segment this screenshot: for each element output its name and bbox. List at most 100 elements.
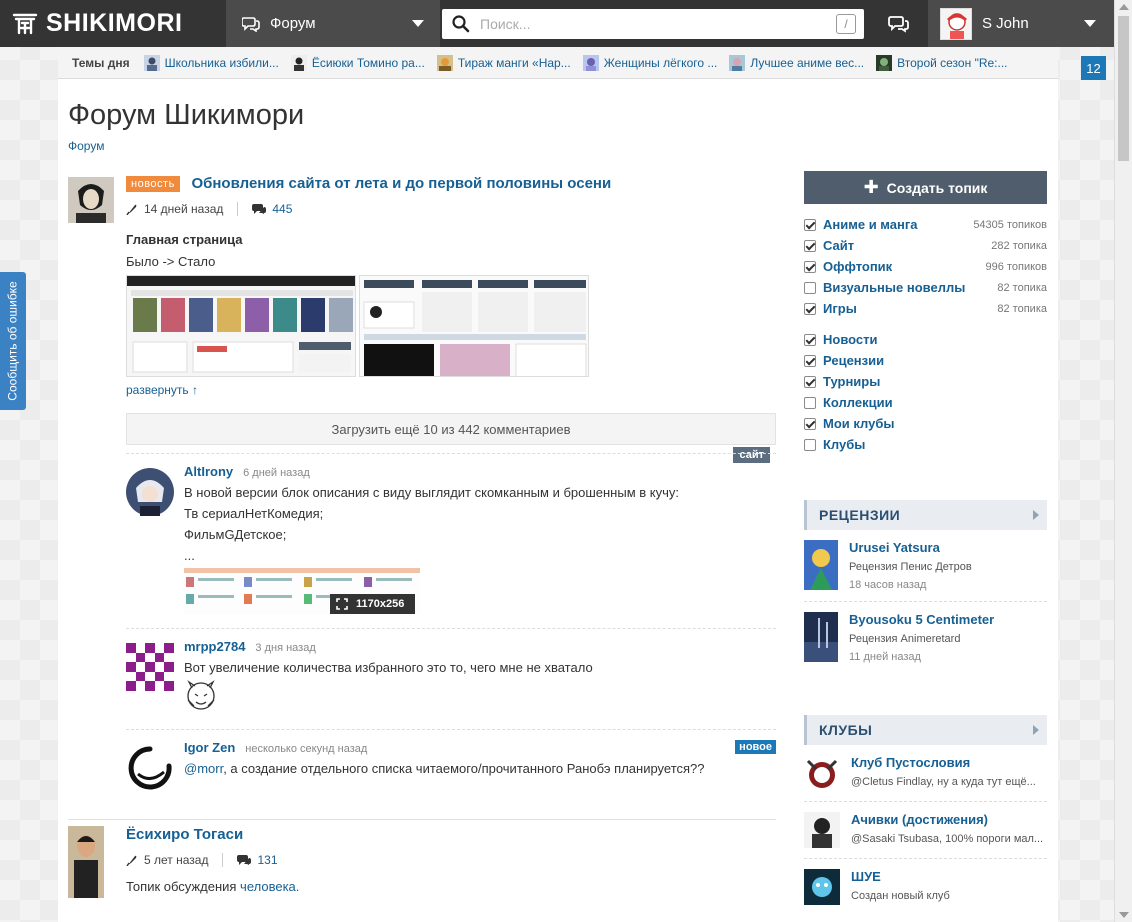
checkbox[interactable] <box>804 375 816 388</box>
user-menu[interactable]: S John <box>928 0 1114 47</box>
checkbox[interactable] <box>804 281 816 294</box>
comment-author[interactable]: AltIrony <box>184 464 233 479</box>
notification-badge[interactable]: 12 <box>1081 56 1106 80</box>
topic-thumb-icon <box>436 54 453 71</box>
club-item[interactable]: Клуб Пустословия @Cletus Findlay, ну а к… <box>804 745 1047 802</box>
logo[interactable]: SHIKIMORI <box>0 0 226 47</box>
clubs-heading[interactable]: КЛУБЫ <box>804 715 1047 745</box>
comment-author[interactable]: mrpp2784 <box>184 639 245 654</box>
checkbox[interactable] <box>804 239 816 252</box>
scroll-down-arrow-icon[interactable] <box>1119 912 1129 918</box>
section-label: Форум <box>270 15 316 32</box>
section-dropdown[interactable]: Форум <box>226 0 440 47</box>
checkbox[interactable] <box>804 396 816 409</box>
comment-text: Вот увеличение количества избранного это… <box>184 660 593 676</box>
checkbox[interactable] <box>804 354 816 367</box>
search-shortcut-key: / <box>836 14 856 34</box>
topic-author-avatar[interactable] <box>68 826 104 899</box>
checkbox[interactable] <box>804 260 816 273</box>
search-input[interactable] <box>480 16 836 32</box>
messages-icon <box>888 15 909 33</box>
comment-time: 6 дней назад <box>243 467 310 480</box>
filter-row[interactable]: Рецензии <box>804 350 1047 371</box>
review-item[interactable]: Urusei Yatsura Рецензия Пенис Детров 18 … <box>804 530 1047 602</box>
expand-link[interactable]: развернуть ↑ <box>126 383 776 397</box>
topic-comments-count[interactable]: 445 <box>272 202 292 216</box>
emoticon-image <box>187 680 215 710</box>
topic-author-avatar[interactable] <box>68 177 114 223</box>
topic-title-link[interactable]: Обновления сайта от лета и до первой пол… <box>191 175 611 192</box>
topic-entry: Ёсихиро Тогаси 5 лет назад 131 Топик обс… <box>68 819 776 899</box>
sidebar: ✚ Создать топик Аниме и манга 54305 топик… <box>804 171 1047 915</box>
topic-thumb-icon <box>290 54 307 71</box>
comment-avatar[interactable] <box>126 744 174 793</box>
topic-text-link[interactable]: человека. <box>240 879 299 894</box>
topic-section-heading: Главная страница <box>126 232 243 248</box>
load-more-comments-button[interactable]: Загрузить ещё 10 из 442 комментариев <box>126 413 776 446</box>
page-scrollbar[interactable] <box>1114 0 1132 922</box>
category-row[interactable]: Оффтопик 996 топиков <box>804 256 1047 277</box>
screenshot-after[interactable] <box>359 275 589 378</box>
new-comment-badge: новое <box>735 740 776 755</box>
logo-text: SHIKIMORI <box>46 9 183 37</box>
mention-link[interactable]: @morr <box>184 761 223 776</box>
chevron-right-icon <box>1033 725 1039 735</box>
messages-button[interactable] <box>876 0 922 47</box>
checkbox[interactable] <box>804 333 816 346</box>
topic-of-day-item[interactable]: Школьника избили... <box>143 54 279 71</box>
review-item[interactable]: Byousoku 5 Centimeter Рецензия Animereta… <box>804 602 1047 673</box>
checkbox[interactable] <box>804 218 816 231</box>
reviews-heading[interactable]: РЕЦЕНЗИИ <box>804 500 1047 530</box>
filter-row[interactable]: Новости <box>804 329 1047 350</box>
comments-icon <box>252 204 267 215</box>
topic-thumb-icon <box>143 54 160 71</box>
scroll-thumb[interactable] <box>1118 16 1129 161</box>
topic-screenshots <box>126 275 776 378</box>
meta-divider <box>237 202 239 217</box>
topic-thumb-icon <box>876 54 893 71</box>
filter-row[interactable]: Мои клубы <box>804 413 1047 434</box>
filter-row[interactable]: Турниры <box>804 371 1047 392</box>
topic-of-day-item[interactable]: Второй сезон "Re:... <box>876 54 1008 71</box>
feedback-tab[interactable]: Сообщить об ошибке <box>0 272 26 410</box>
search-box[interactable]: / <box>442 9 864 39</box>
comment-image[interactable]: 1170x256 <box>184 568 420 615</box>
comment-avatar[interactable] <box>126 468 174 517</box>
top-bar: SHIKIMORI Форум / S John <box>0 0 1114 47</box>
topics-of-day-label: Темы дня <box>72 55 130 70</box>
category-row[interactable]: Сайт 282 топика <box>804 235 1047 256</box>
review-cover <box>804 612 838 662</box>
checkbox[interactable] <box>804 417 816 430</box>
topic-of-day-item[interactable]: Женщины лёгкого ... <box>582 54 717 71</box>
screenshot-before[interactable] <box>126 275 356 378</box>
category-row[interactable]: Визуальные новеллы 82 топика <box>804 277 1047 298</box>
news-badge[interactable]: новость <box>126 175 180 192</box>
category-row[interactable]: Аниме и манга 54305 топиков <box>804 214 1047 235</box>
club-avatar <box>804 812 840 848</box>
topic-of-day-item[interactable]: Лучшее аниме вес... <box>729 54 864 71</box>
club-avatar <box>804 869 840 905</box>
breadcrumb[interactable]: Форум <box>68 139 104 153</box>
topic-of-day-item[interactable]: Ёсиюки Томино ра... <box>290 54 425 71</box>
filter-row[interactable]: Клубы <box>804 434 1047 455</box>
category-row[interactable]: Игры 82 топика <box>804 298 1047 319</box>
club-item[interactable]: ШУЕ Создан новый клуб <box>804 859 1047 915</box>
comment-author[interactable]: Igor Zen <box>184 740 235 755</box>
topic-comments-count[interactable]: 131 <box>257 853 277 867</box>
checkbox[interactable] <box>804 438 816 451</box>
page-container: Темы дня Школьника избили... Ёсиюки Томи… <box>58 47 1058 922</box>
comment-avatar[interactable] <box>126 643 174 692</box>
category-filter-list: Аниме и манга 54305 топиков Сайт 282 топик… <box>804 214 1047 455</box>
user-avatar <box>940 7 972 40</box>
filter-row[interactable]: Коллекции <box>804 392 1047 413</box>
create-topic-button[interactable]: ✚ Создать топик <box>804 171 1047 204</box>
topic-title-link[interactable]: Ёсихиро Тогаси <box>126 826 243 843</box>
comment-time: 3 дня назад <box>255 642 316 655</box>
comments-icon <box>237 855 252 866</box>
club-item[interactable]: Ачивки (достижения) @Sasaki Tsubasa, 100… <box>804 802 1047 859</box>
checkbox[interactable] <box>804 302 816 315</box>
reviews-list: Urusei Yatsura Рецензия Пенис Детров 18 … <box>804 530 1047 673</box>
scroll-up-arrow-icon[interactable] <box>1119 4 1129 10</box>
chevron-down-icon <box>412 20 424 27</box>
topic-of-day-item[interactable]: Тираж манги «Нар... <box>436 54 571 71</box>
